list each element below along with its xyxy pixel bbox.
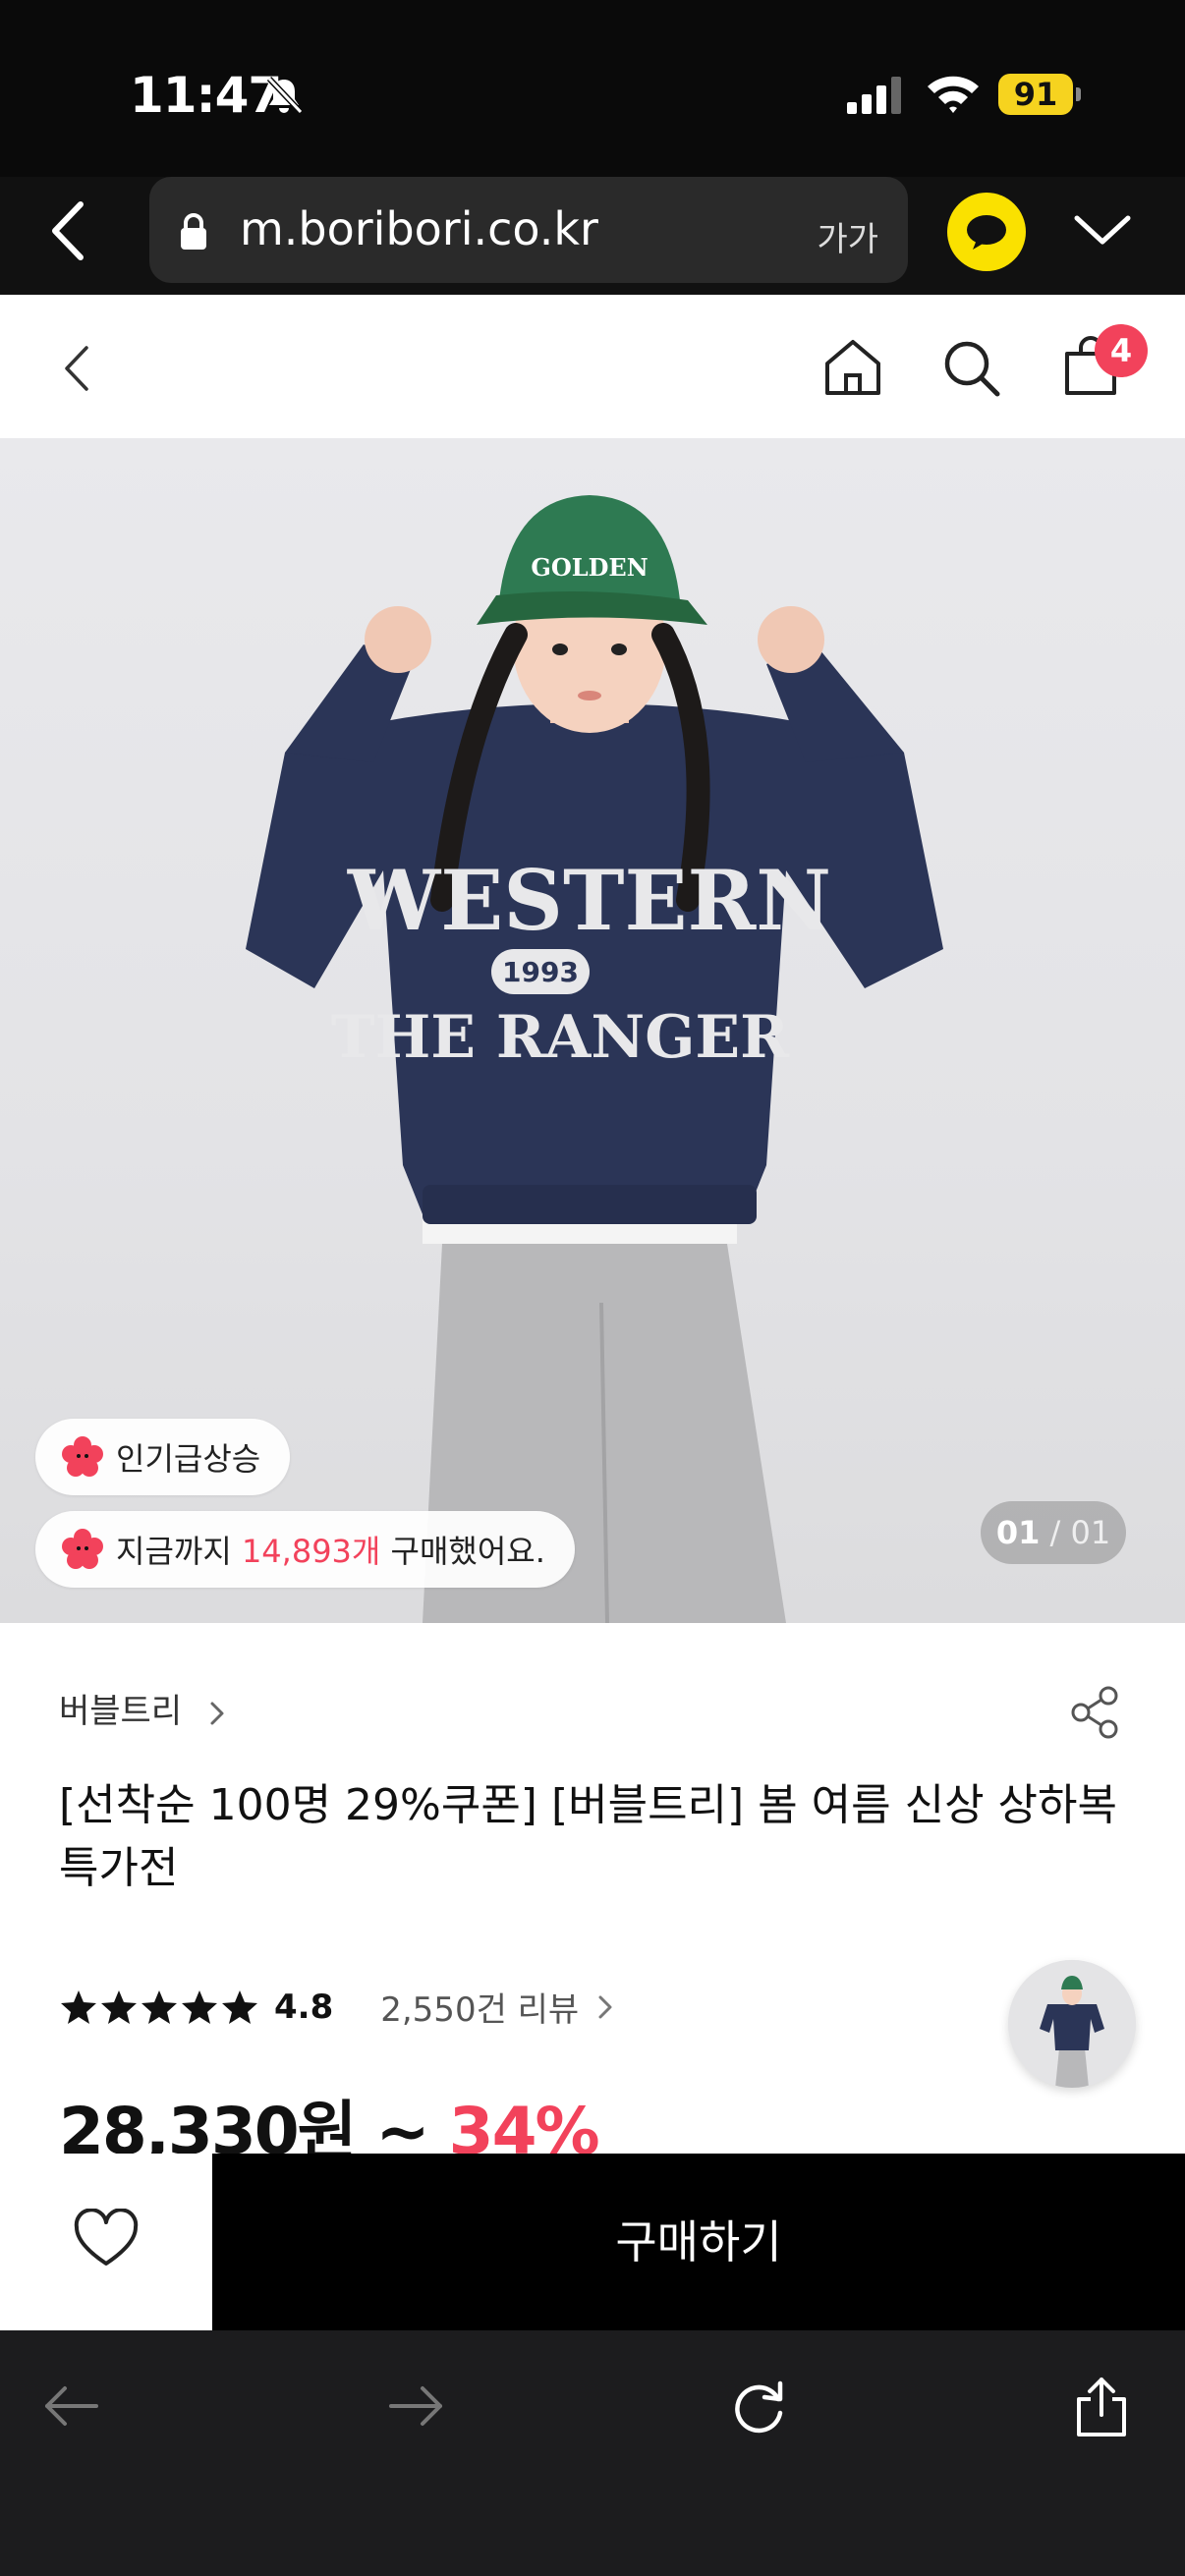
address-bar[interactable]: m.boribori.co.kr 가가 <box>149 177 908 283</box>
page-separator: / <box>1040 1514 1071 1551</box>
browser-toolbar <box>0 2330 1185 2576</box>
text-size-button[interactable]: 가가 <box>817 212 878 260</box>
battery-level: 91 <box>998 74 1073 115</box>
page-current: 01 <box>995 1514 1041 1551</box>
svg-text:WESTERN: WESTERN <box>347 852 831 949</box>
chevron-right-icon <box>210 1702 224 1725</box>
product-info: 버블트리 [선착순 100명 29%쿠폰] [버블트리] 봄 여름 신상 상하복… <box>0 1623 1185 2169</box>
purchase-count-badge: 지금까지 14,893개 구매했어요. <box>35 1511 575 1588</box>
back-icon[interactable] <box>43 196 92 265</box>
product-image[interactable]: GOLDEN WESTERN 1993 THE RANGER 인기급상승 지금까… <box>0 438 1185 1623</box>
reload-icon[interactable] <box>729 2376 790 2436</box>
battery-icon: 91 <box>998 74 1081 115</box>
rating-row: 4.8 2,550건 리뷰 <box>59 1983 614 2031</box>
back-arrow-icon[interactable] <box>41 2376 102 2436</box>
rating-stars <box>59 1988 260 2026</box>
purchase-count: 14,893개 <box>241 1533 381 1570</box>
cart-count-badge: 4 <box>1095 324 1148 377</box>
kakao-talk-icon <box>967 215 1006 250</box>
image-page-indicator: 01 / 01 <box>981 1501 1126 1564</box>
lock-icon <box>181 213 206 250</box>
wifi-icon <box>928 76 979 113</box>
home-icon[interactable] <box>821 336 884 397</box>
svg-text:GOLDEN: GOLDEN <box>531 553 648 582</box>
product-thumbnail <box>1008 1960 1136 2088</box>
flower-icon <box>62 1529 103 1569</box>
star-icon <box>141 1989 177 2024</box>
status-bar: 11:47 91 <box>0 0 1185 260</box>
share-icon[interactable] <box>1071 2376 1132 2436</box>
kakao-talk-button[interactable] <box>947 193 1026 271</box>
reviews-link[interactable]: 2,550건 리뷰 <box>380 1983 579 2031</box>
back-icon[interactable] <box>59 344 94 393</box>
star-icon <box>222 1989 257 2024</box>
wishlist-button[interactable] <box>0 2154 212 2330</box>
star-icon <box>61 1989 96 2024</box>
page-total: 01 <box>1070 1514 1111 1551</box>
purchase-action-bar: 구매하기 <box>0 2154 1185 2330</box>
purchase-prefix: 지금까지 <box>116 1533 242 1570</box>
purchase-suffix: 구매했어요. <box>380 1533 545 1570</box>
flower-icon <box>62 1436 103 1477</box>
status-time: 11:47 <box>130 67 282 124</box>
product-thumbnail-button[interactable] <box>1008 1960 1136 2088</box>
share-icon[interactable] <box>1067 1684 1122 1741</box>
chevron-right-icon <box>598 1995 612 2018</box>
app-header: 4 <box>0 295 1185 438</box>
forward-arrow-icon[interactable] <box>385 2376 446 2436</box>
star-icon <box>182 1989 217 2024</box>
buy-button[interactable]: 구매하기 <box>212 2154 1185 2330</box>
bell-slash-icon <box>266 76 304 115</box>
brand-link[interactable]: 버블트리 <box>59 1684 182 1732</box>
heart-icon <box>74 2209 139 2266</box>
svg-text:1993: 1993 <box>502 956 579 988</box>
trending-badge: 인기급상승 <box>35 1419 291 1495</box>
rating-score: 4.8 <box>274 1987 334 2027</box>
signal-icon <box>847 77 901 114</box>
chevron-down-icon[interactable] <box>1071 206 1134 253</box>
product-title: [선착순 100명 29%쿠폰] [버블트리] 봄 여름 신상 상하복 특가전 <box>59 1780 1117 1893</box>
search-icon[interactable] <box>939 336 1002 399</box>
svg-text:THE RANGER: THE RANGER <box>331 1003 790 1072</box>
star-icon <box>101 1989 137 2024</box>
url-text: m.boribori.co.kr <box>240 202 598 255</box>
trending-label: 인기급상승 <box>116 1440 261 1478</box>
